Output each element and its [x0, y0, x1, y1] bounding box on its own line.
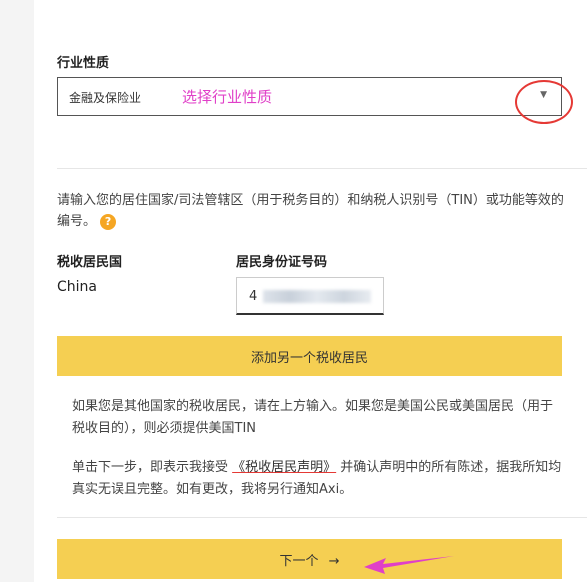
- tax-country-value: China: [57, 279, 97, 295]
- tin-instruction-text: 请输入您的居住国家/司法管辖区（用于税务目的）和纳税人识别号（TIN）或功能等效…: [57, 193, 564, 229]
- annotation-select-industry: 选择行业性质: [182, 88, 273, 106]
- annotation-pink-arrow: [364, 556, 454, 574]
- tin-input[interactable]: 4: [236, 277, 384, 315]
- tin-input-value: 4: [249, 289, 258, 304]
- tax-residency-declaration-link[interactable]: 《税收居民声明》: [232, 460, 336, 475]
- next-button-label: 下一个: [279, 553, 319, 569]
- help-icon[interactable]: ?: [100, 213, 117, 230]
- industry-select[interactable]: 金融及保险业 选择行业性质 ▼: [57, 77, 562, 116]
- next-button[interactable]: 下一个 →: [57, 539, 562, 579]
- declaration-prefix: 单击下一步，即表示我接受: [72, 460, 233, 475]
- annotation-red-circle: [515, 80, 573, 124]
- divider: [57, 168, 587, 169]
- industry-selected-value: 金融及保险业: [69, 91, 142, 105]
- divider-bottom: [57, 517, 587, 518]
- tin-column-header: 居民身份证号码: [236, 255, 328, 270]
- industry-label: 行业性质: [57, 56, 110, 71]
- declaration-notice: 单击下一步，即表示我接受 《税收居民声明》 并确认声明中的所有陈述，据我所知均真…: [72, 457, 562, 501]
- redacted-blur: [263, 290, 371, 303]
- us-person-notice: 如果您是其他国家的税收居民，请在上方输入。如果您是美国公民或美国居民（用于税收目…: [72, 399, 554, 436]
- arrow-right-icon: →: [328, 553, 340, 569]
- tin-instruction: 请输入您的居住国家/司法管辖区（用于税务目的）和纳税人识别号（TIN）或功能等效…: [57, 190, 567, 232]
- add-tax-resident-button[interactable]: 添加另一个税收居民: [57, 336, 562, 376]
- country-column-header: 税收居民国: [57, 255, 123, 270]
